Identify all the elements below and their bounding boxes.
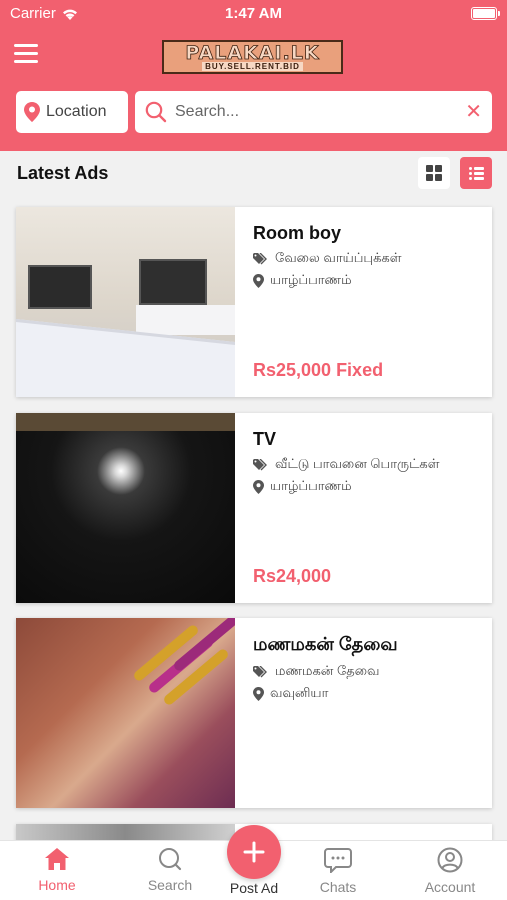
ad-category: மணமகன் தேவை: [253, 663, 492, 680]
ad-image: [16, 207, 235, 397]
tab-chats-label: Chats: [319, 879, 357, 895]
ad-category: வீட்டு பாவனை பொருட்கள்: [253, 456, 492, 473]
tag-icon: [253, 665, 267, 677]
ad-price: Rs25,000 Fixed: [253, 360, 384, 380]
search-icon: [145, 101, 167, 123]
location-label: Location: [46, 103, 107, 120]
ad-price: Rs24,000: [253, 566, 332, 586]
post-ad-label: Post Ad: [229, 880, 279, 896]
location-pin-icon: [253, 686, 264, 701]
ad-location: யாழ்ப்பாணம்: [253, 478, 492, 495]
ad-category-label: வீட்டு பாவனை பொருட்கள்: [275, 456, 440, 471]
app-logo: PALAKAI.LK BUY.SELL.RENT.BID: [162, 40, 343, 74]
ad-location-label: யாழ்ப்பாணம்: [270, 478, 352, 493]
tab-home-label: Home: [38, 877, 76, 893]
tab-home[interactable]: Home: [12, 847, 102, 893]
ad-category: வேலை வாய்ப்புக்கள்: [253, 250, 492, 267]
tab-search[interactable]: Search: [125, 847, 215, 893]
account-icon: [437, 847, 463, 873]
post-ad-button[interactable]: [227, 825, 281, 879]
ad-card[interactable]: மணமகன் தேவை மணமகன் தேவை வவுனியா: [16, 618, 492, 808]
ad-card[interactable]: TV வீட்டு பாவனை பொருட்கள் யாழ்ப்பாணம் Rs…: [16, 413, 492, 603]
tab-chats[interactable]: Chats: [293, 847, 383, 895]
hamburger-menu-icon[interactable]: [14, 44, 38, 64]
clock: 1:47 AM: [225, 5, 282, 22]
ad-image: [16, 618, 235, 808]
home-icon: [45, 848, 69, 870]
ad-card[interactable]: Room boy வேலை வாய்ப்புக்கள் யாழ்ப்பாணம் …: [16, 207, 492, 397]
ad-location: யாழ்ப்பாணம்: [253, 272, 492, 289]
plus-icon: [243, 841, 265, 863]
ad-category-label: வேலை வாய்ப்புக்கள்: [275, 250, 402, 265]
tab-account-label: Account: [424, 879, 476, 895]
logo-title: PALAKAI.LK: [185, 41, 320, 64]
search-icon: [159, 848, 182, 871]
section-title: Latest Ads: [17, 163, 109, 183]
tab-search-label: Search: [147, 877, 193, 893]
tag-icon: [253, 458, 267, 470]
ad-title: TV: [253, 429, 277, 449]
location-button[interactable]: Location: [16, 91, 128, 133]
logo-tagline: BUY.SELL.RENT.BID: [202, 61, 303, 71]
ad-category-label: மணமகன் தேவை: [275, 663, 380, 678]
battery-icon: [471, 7, 500, 20]
ad-location-label: வவுனியா: [270, 685, 329, 700]
location-pin-icon: [253, 273, 264, 288]
tag-icon: [253, 252, 267, 264]
location-pin-icon: [253, 479, 264, 494]
grid-icon: [426, 165, 442, 181]
ad-location-label: யாழ்ப்பாணம்: [270, 272, 352, 287]
chat-icon: [324, 848, 352, 873]
app-header: Carrier 1:47 AM PALAKAI.LK BUY.SELL.RENT…: [0, 0, 507, 151]
ad-location: வவுனியா: [253, 685, 492, 702]
ad-title: Room boy: [253, 223, 341, 243]
search-input[interactable]: [175, 103, 458, 121]
location-pin-icon: [24, 102, 40, 122]
ad-image: [16, 413, 235, 603]
status-bar: Carrier 1:47 AM: [0, 0, 507, 28]
list-icon: [469, 167, 484, 180]
ad-title: மணமகன் தேவை: [253, 634, 398, 654]
clear-search-icon[interactable]: ✕: [465, 102, 482, 122]
list-view-button[interactable]: [460, 157, 492, 189]
search-bar: ✕: [135, 91, 492, 133]
tab-account[interactable]: Account: [405, 847, 495, 895]
grid-view-button[interactable]: [418, 157, 450, 189]
